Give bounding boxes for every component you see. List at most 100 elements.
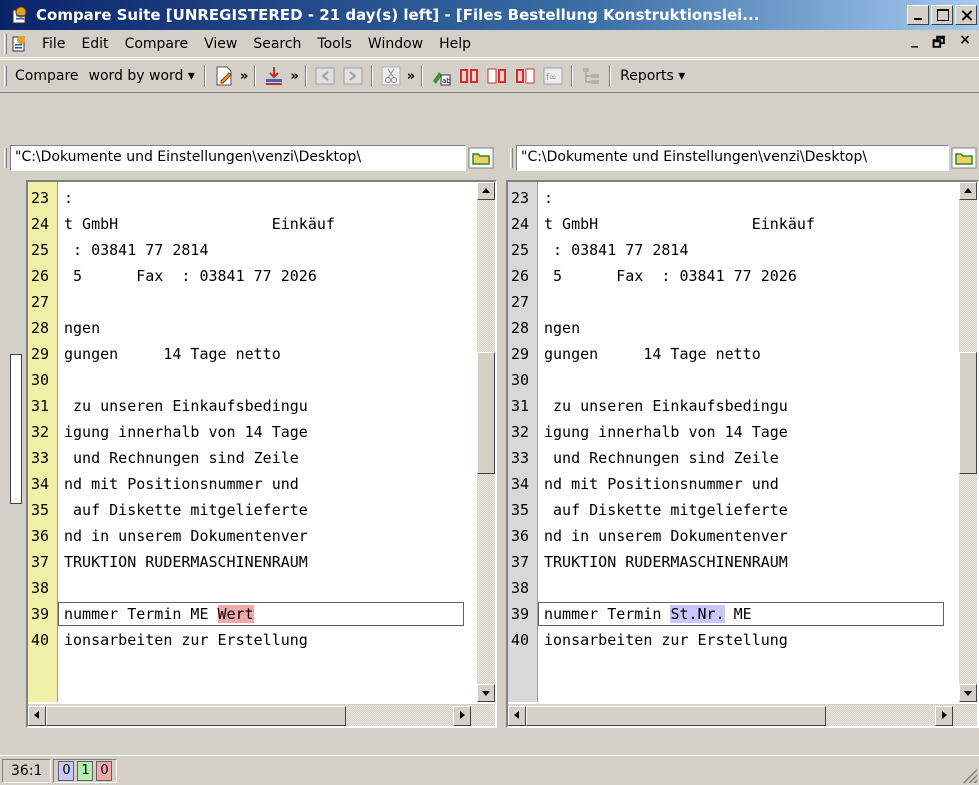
menu-compare[interactable]: Compare [117,36,197,52]
line-number: 32 [511,423,530,441]
line-number: 38 [31,579,50,597]
options-icon[interactable]: ab [430,65,452,87]
app-icon[interactable] [10,5,30,25]
toolbar-overflow-chevron[interactable]: » [290,69,298,84]
compare-mode-dropdown[interactable]: word by word ▾ [84,68,200,84]
line-number: 37 [511,553,530,571]
menu-view[interactable]: View [196,36,245,52]
mdi-minimize-button[interactable]: _ [911,32,918,56]
right-vertical-scrollbar[interactable] [959,182,977,702]
close-button[interactable] [955,5,977,25]
tree-view-icon[interactable] [580,65,602,87]
scroll-right-button[interactable] [453,706,471,726]
text-line: 34 nd mit Positionsnummer und [508,471,948,497]
text-line: 23: [28,185,468,211]
back-arrow-icon[interactable] [314,65,336,87]
filter-icon[interactable]: f∞ [542,65,564,87]
line-text-prefix: nummer Termin ME [64,605,218,623]
show-all-differences-icon[interactable] [458,65,480,87]
scroll-down-button[interactable] [959,684,977,702]
left-text-lines[interactable]: 23: 24 t GmbH Einkäuf 25 : 03841 77 2814 … [28,185,468,653]
line-text: 5 Fax : 03841 77 2026 [64,267,317,285]
changed-count: 0 [58,760,75,781]
left-change-overview[interactable] [10,354,22,504]
line-text: TRUKTION RUDERMASCHINENRAUM [544,553,788,571]
menu-help[interactable]: Help [431,36,479,52]
text-line: 25 : 03841 77 2814 [508,237,948,263]
right-horizontal-scrollbar[interactable] [508,704,977,726]
compare-button[interactable]: Compare [10,68,84,84]
mdi-close-button[interactable]: × [959,32,971,56]
text-line: 24 t GmbH Einkäuf [508,211,948,237]
line-number: 27 [511,293,530,311]
toolbar-grip[interactable] [4,66,7,86]
right-text-lines[interactable]: 23: 24 t GmbH Einkäuf 25 : 03841 77 2814 … [508,185,948,653]
line-text: ionsarbeiten zur Erstellung [544,631,788,649]
left-file-path-field[interactable]: "C:\Dokumente und Einstellungen\venzi\De… [10,145,466,171]
line-text: t GmbH Einkäuf [64,215,335,233]
line-number: 33 [31,449,50,467]
scroll-up-button[interactable] [477,182,495,200]
scroll-thumb[interactable] [959,352,977,474]
menu-search[interactable]: Search [245,36,309,52]
line-number: 28 [511,319,530,337]
scroll-down-button[interactable] [477,684,495,702]
changed-word-highlight[interactable]: St.Nr. [670,605,725,623]
horizontal-scroll-thumb[interactable] [46,706,346,726]
open-folder-icon[interactable] [951,147,977,169]
right-editor-pane[interactable]: 23: 24 t GmbH Einkäuf 25 : 03841 77 2814 … [506,180,979,728]
scroll-thumb[interactable] [477,352,495,474]
text-line: 23: [508,185,948,211]
maximize-button[interactable] [931,5,953,25]
scroll-up-button[interactable] [959,182,977,200]
left-vertical-scrollbar[interactable] [477,182,495,702]
new-document-icon[interactable] [213,65,235,87]
cut-icon[interactable] [380,65,402,87]
deleted-word-highlight[interactable]: Wert [217,605,254,623]
show-left-differences-icon[interactable] [486,65,508,87]
svg-text:f∞: f∞ [546,73,557,83]
line-number: 37 [31,553,50,571]
toolbar-separator [203,65,206,87]
window-title: Compare Suite [UNREGISTERED - 21 day(s) … [36,6,760,24]
toolbar-overflow-chevron[interactable]: » [240,69,248,84]
menu-file[interactable]: File [34,36,73,52]
toolbar-overflow-chevron[interactable]: » [407,69,415,84]
reports-dropdown[interactable]: Reports ▾ [615,68,690,84]
left-horizontal-scrollbar[interactable] [28,704,495,726]
menu-window[interactable]: Window [360,36,431,52]
diff-line[interactable]: 39 nummer Termin ME Wert [28,601,468,627]
minimize-button[interactable] [907,5,929,25]
line-number: 34 [31,475,50,493]
diff-line[interactable]: 39 nummer Termin St.Nr. ME [508,601,948,627]
resize-grip[interactable] [961,767,977,783]
horizontal-scroll-thumb[interactable] [526,706,826,726]
scroll-right-button[interactable] [935,706,953,726]
menubar-grip[interactable] [4,33,7,54]
show-right-differences-icon[interactable] [514,65,536,87]
right-file-path-field[interactable]: "C:\Dokumente und Einstellungen\venzi\De… [516,145,949,171]
text-line: 36 nd in unserem Dokumentenver [28,523,468,549]
line-number: 32 [31,423,50,441]
text-line: 29 gungen 14 Tage netto [508,341,948,367]
open-folder-icon[interactable] [468,147,494,169]
line-number: 23 [511,189,530,207]
line-text: TRUKTION RUDERMASCHINENRAUM [64,553,308,571]
line-number: 31 [31,397,50,415]
scroll-left-button[interactable] [508,706,526,726]
line-number: 28 [31,319,50,337]
menu-tools[interactable]: Tools [309,36,360,52]
left-editor-pane[interactable]: 23: 24 t GmbH Einkäuf 25 : 03841 77 2814 … [26,180,497,728]
added-count: 1 [77,760,94,781]
mdi-restore-button[interactable]: 🗗 [932,32,945,56]
menu-edit[interactable]: Edit [73,36,116,52]
line-number: 24 [511,215,530,233]
scroll-left-button[interactable] [28,706,46,726]
forward-arrow-icon[interactable] [342,65,364,87]
pathbar-grip[interactable] [510,148,513,168]
status-bar: 36:1 0 1 0 [0,755,979,785]
merge-icon[interactable] [263,65,285,87]
toolbar-separator [609,65,612,87]
pathbar-grip[interactable] [4,148,7,168]
document-icon[interactable] [10,35,28,53]
